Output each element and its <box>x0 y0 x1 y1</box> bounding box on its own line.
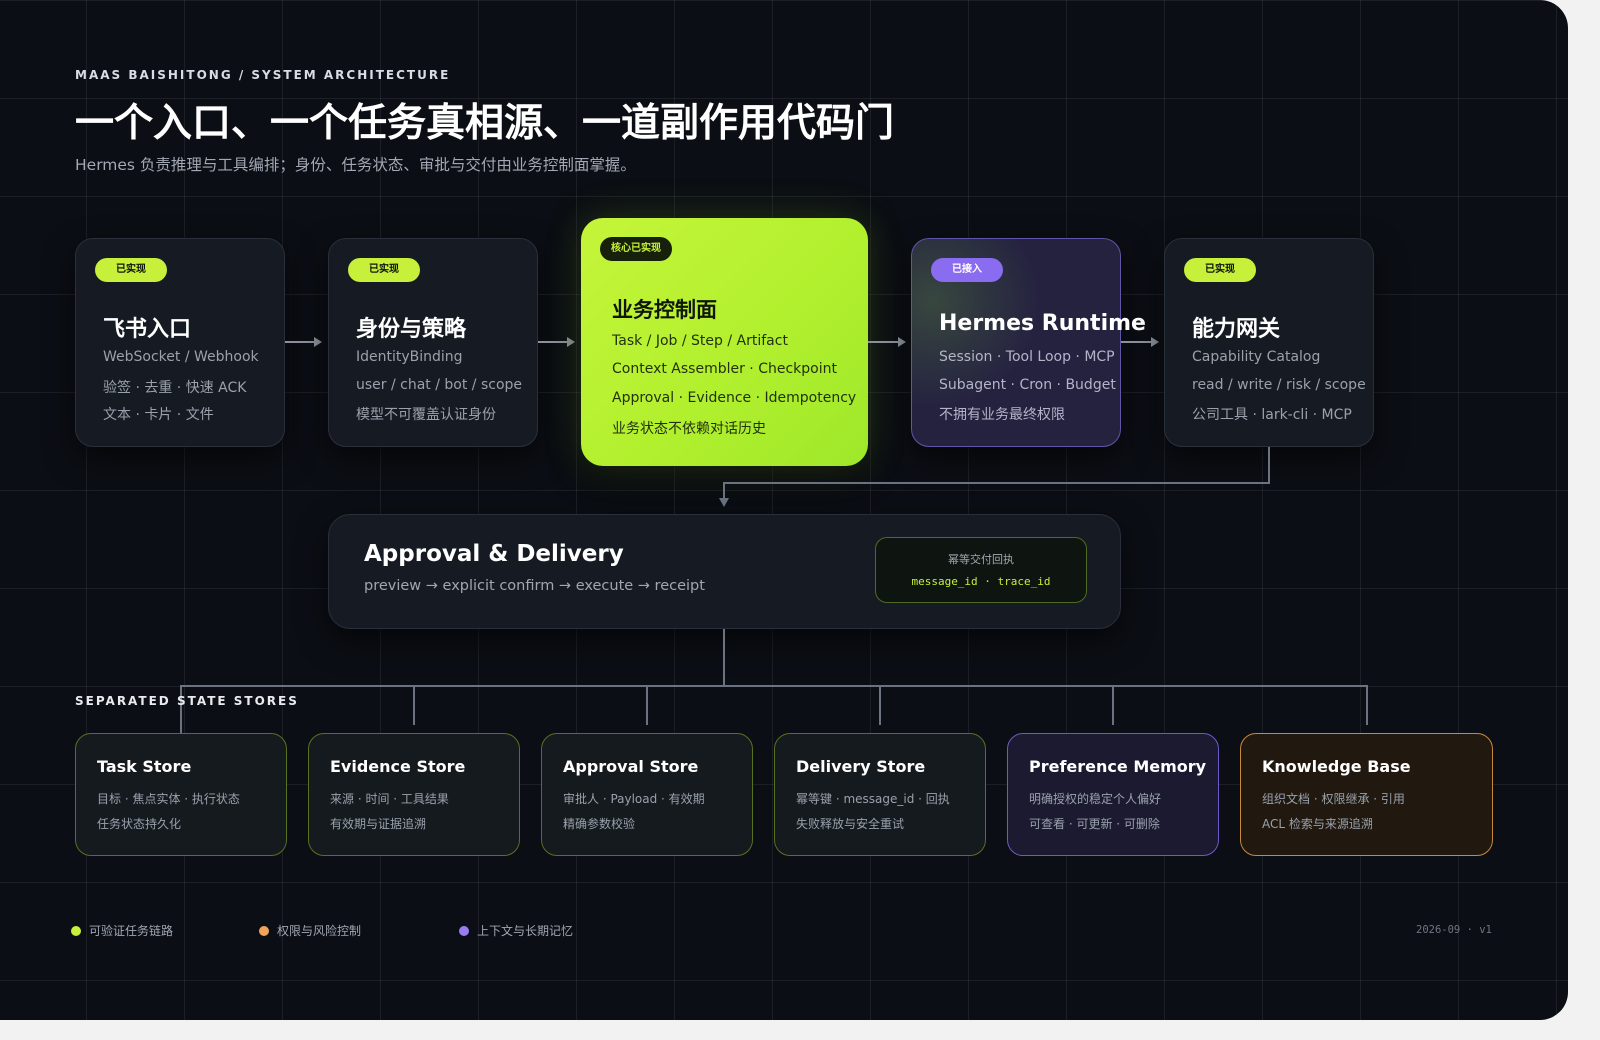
store-title: Evidence Store <box>330 757 466 776</box>
store-line: 有效期与证据追溯 <box>330 817 427 831</box>
card-title: 业务控制面 <box>612 298 717 322</box>
card-title: 能力网关 <box>1192 317 1281 342</box>
arrow-right-icon <box>285 337 322 347</box>
connector-line <box>180 685 1368 687</box>
store-title: Approval Store <box>563 757 699 776</box>
store-line: 任务状态持久化 <box>97 817 182 831</box>
status-badge: 已实现 <box>95 258 167 282</box>
connector-line <box>723 629 725 686</box>
connector-line <box>646 685 648 725</box>
store-line: 可查看 · 可更新 · 可删除 <box>1029 817 1160 831</box>
store-line: 目标 · 焦点实体 · 执行状态 <box>97 792 240 806</box>
legend-dot-icon <box>459 926 469 936</box>
store-line: 组织文档 · 权限继承 · 引用 <box>1262 792 1405 806</box>
store-delivery: Delivery Store 幂等键 · message_id · 回执 失败释… <box>774 733 986 856</box>
store-line: 来源 · 时间 · 工具结果 <box>330 792 449 806</box>
store-line: 幂等键 · message_id · 回执 <box>796 792 950 806</box>
receipt-ids: message_id · trace_id <box>911 575 1051 588</box>
store-approval: Approval Store 审批人 · Payload · 有效期 精确参数校… <box>541 733 753 856</box>
status-badge: 已实现 <box>348 258 420 282</box>
card-line: 文本 · 卡片 · 文件 <box>103 407 214 423</box>
legend-label: 可验证任务链路 <box>89 924 174 938</box>
card-line: Approval · Evidence · Idempotency <box>612 390 857 406</box>
connector-line <box>180 685 182 733</box>
card-line: 验签 · 去重 · 快速 ACK <box>103 380 247 396</box>
eyebrow: MAAS BAISHITONG / SYSTEM ARCHITECTURE <box>75 68 451 82</box>
store-evidence: Evidence Store 来源 · 时间 · 工具结果 有效期与证据追溯 <box>308 733 520 856</box>
card-line: Session · Tool Loop · MCP <box>939 349 1115 365</box>
section-label: SEPARATED STATE STORES <box>75 694 299 708</box>
arrow-right-icon <box>1121 337 1159 347</box>
version-label: 2026-09 · v1 <box>1416 924 1492 936</box>
card-business-control-plane: 核心已实现 业务控制面 Task / Job / Step / Artifact… <box>581 218 868 466</box>
store-task: Task Store 目标 · 焦点实体 · 执行状态 任务状态持久化 <box>75 733 287 856</box>
legend-label: 上下文与长期记忆 <box>477 924 574 938</box>
status-badge: 核心已实现 <box>600 237 672 261</box>
card-line: 公司工具 · lark-cli · MCP <box>1192 407 1352 423</box>
card-capability-gateway: 已实现 能力网关 Capability Catalog read / write… <box>1164 238 1374 447</box>
connector-line <box>413 685 415 725</box>
status-badge: 已实现 <box>1184 258 1256 282</box>
card-title: 飞书入口 <box>103 317 192 342</box>
legend-item: 可验证任务链路 <box>71 922 173 939</box>
page-subtitle: Hermes 负责推理与工具编排；身份、任务状态、审批与交付由业务控制面掌握。 <box>75 156 636 174</box>
connector-line <box>1366 685 1368 725</box>
approval-flow: preview → explicit confirm → execute → r… <box>364 578 705 594</box>
store-line: 精确参数校验 <box>563 817 636 831</box>
card-identity-policy: 已实现 身份与策略 IdentityBinding user / chat / … <box>328 238 538 447</box>
connector-line <box>724 482 1270 484</box>
legend-label: 权限与风险控制 <box>277 924 362 938</box>
card-line: 不拥有业务最终权限 <box>939 407 1065 423</box>
card-line: IdentityBinding <box>356 349 463 365</box>
card-title: 身份与策略 <box>356 317 467 342</box>
page-title: 一个入口、一个任务真相源、一道副作用代码门 <box>75 101 895 146</box>
store-knowledge-base: Knowledge Base 组织文档 · 权限继承 · 引用 ACL 检索与来… <box>1240 733 1493 856</box>
connector-line <box>1268 447 1270 483</box>
card-hermes-runtime: 已接入 Hermes Runtime Session · Tool Loop ·… <box>911 238 1146 447</box>
card-line: Task / Job / Step / Artifact <box>612 333 788 349</box>
store-title: Task Store <box>97 757 192 776</box>
connector-line <box>1112 685 1114 725</box>
card-line: 业务状态不依赖对话历史 <box>612 421 766 437</box>
legend-dot-icon <box>259 926 269 936</box>
store-title: Preference Memory <box>1029 757 1207 776</box>
store-line: ACL 检索与来源追溯 <box>1262 817 1373 831</box>
card-line: WebSocket / Webhook <box>103 349 259 365</box>
connector-line <box>879 685 881 725</box>
store-line: 审批人 · Payload · 有效期 <box>563 792 705 806</box>
legend-item: 上下文与长期记忆 <box>459 922 573 939</box>
store-line: 明确授权的稳定个人偏好 <box>1029 792 1162 806</box>
architecture-canvas: MAAS BAISHITONG / SYSTEM ARCHITECTURE 一个… <box>0 0 1568 1020</box>
card-line: 模型不可覆盖认证身份 <box>356 407 496 423</box>
card-title: Hermes Runtime <box>939 311 1146 336</box>
card-feishu-entry: 已实现 飞书入口 WebSocket / Webhook 验签 · 去重 · 快… <box>75 238 285 447</box>
store-title: Delivery Store <box>796 757 926 776</box>
arrow-right-icon <box>868 337 906 347</box>
receipt-label: 幂等交付回执 <box>948 553 1014 566</box>
arrow-down-icon <box>719 498 729 507</box>
store-preference-memory: Preference Memory 明确授权的稳定个人偏好 可查看 · 可更新 … <box>1007 733 1219 856</box>
card-line: read / write / risk / scope <box>1192 377 1366 393</box>
legend-item: 权限与风险控制 <box>259 922 361 939</box>
card-line: user / chat / bot / scope <box>356 377 523 393</box>
card-line: Subagent · Cron · Budget <box>939 377 1116 393</box>
legend-dot-icon <box>71 926 81 936</box>
receipt-box: 幂等交付回执 message_id · trace_id <box>875 537 1087 603</box>
card-approval-delivery: Approval & Delivery preview → explicit c… <box>328 514 1121 629</box>
card-title: Approval & Delivery <box>364 541 624 567</box>
status-badge: 已接入 <box>931 258 1003 282</box>
arrow-right-icon <box>538 337 575 347</box>
store-line: 失败释放与安全重试 <box>796 817 905 831</box>
card-line: Capability Catalog <box>1192 349 1321 365</box>
store-title: Knowledge Base <box>1262 757 1411 776</box>
card-line: Context Assembler · Checkpoint <box>612 361 837 377</box>
